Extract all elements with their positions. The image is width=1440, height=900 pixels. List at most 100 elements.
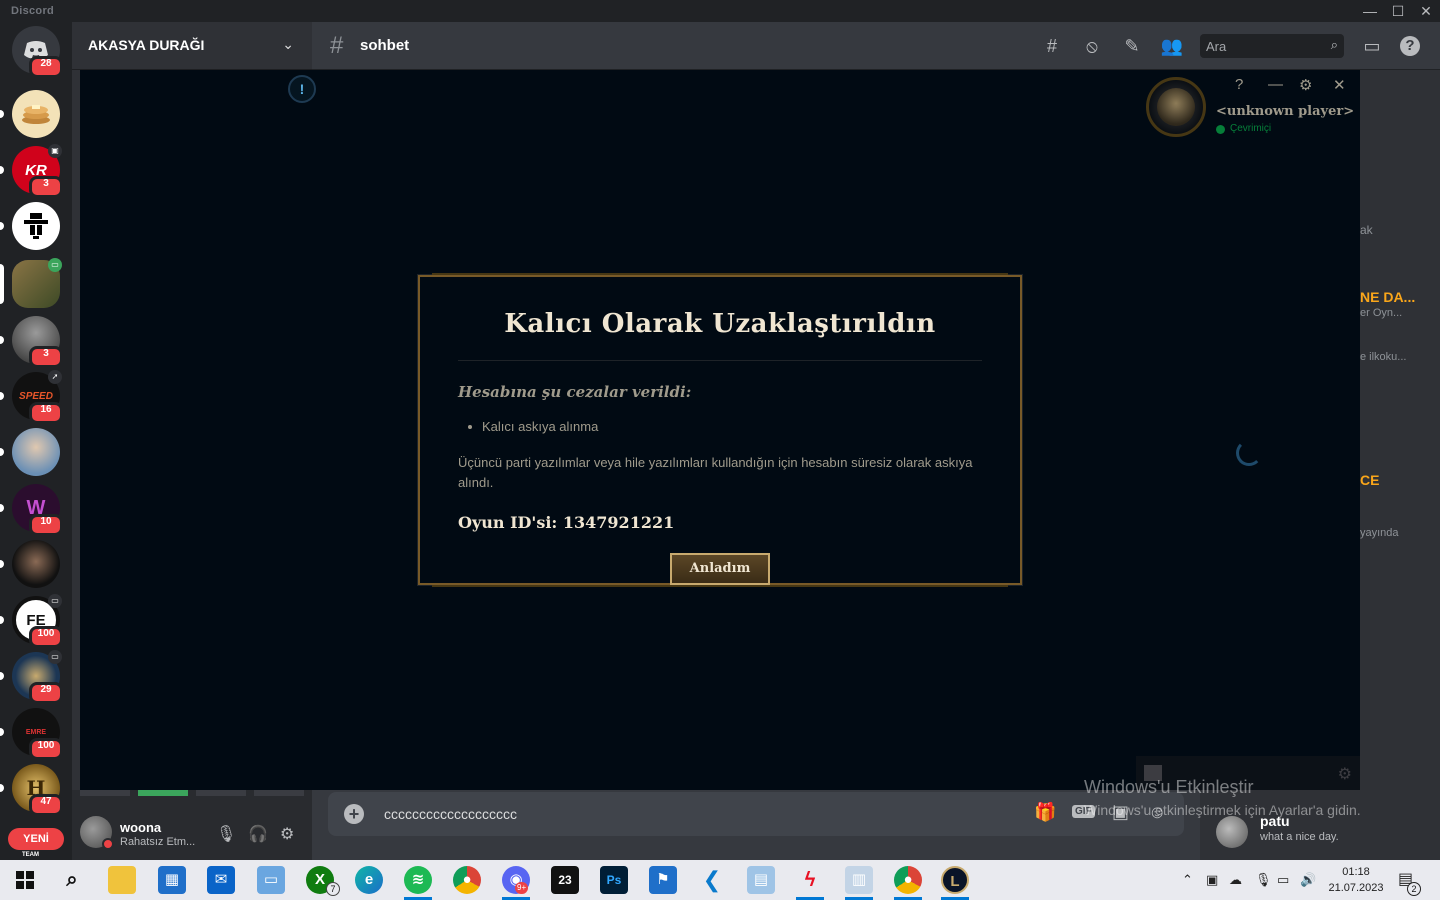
help-icon[interactable]: ?: [1235, 76, 1243, 93]
clock[interactable]: 01:18 21.07.2023: [1326, 864, 1386, 896]
screen-share-icon: ▭: [48, 258, 62, 272]
taskbar: ⌕ ▦ ✉ ▭ X 7 e ≋ ● ◉ 9+ 23 Ps ⚑ ❮ ▤ ϟ ▥ ●…: [0, 860, 1440, 900]
notes-icon[interactable]: ▤: [747, 866, 775, 894]
server-icon-hogwarts[interactable]: H 47: [0, 764, 63, 816]
league-client-icon[interactable]: L: [941, 866, 969, 894]
dialog-bottom-border: [432, 585, 1008, 587]
microphone-tray-icon[interactable]: 🎙: [1255, 872, 1272, 888]
unread-pip: [0, 166, 4, 174]
photoshop-icon[interactable]: Ps: [600, 866, 628, 894]
channel-name: sohbet: [360, 37, 410, 54]
close-icon[interactable]: ✕: [1333, 76, 1346, 94]
user-status: Rahatsız Etm...: [120, 836, 196, 848]
server-icon-emre[interactable]: EMRE 100: [0, 708, 63, 760]
task-manager-icon[interactable]: ▥: [845, 866, 873, 894]
gift-icon[interactable]: 🎁: [1034, 802, 1056, 823]
portrait-icon: [12, 428, 60, 476]
ban-dialog: Kalıcı Olarak Uzaklaştırıldın Hesabına ş…: [418, 273, 1022, 587]
settings-gear-icon[interactable]: ⚙: [1299, 76, 1312, 94]
notification-count: 2: [1407, 882, 1421, 896]
inbox-icon[interactable]: ▭: [1360, 34, 1384, 58]
tab-indicator-active: [138, 790, 188, 796]
alert-icon[interactable]: !: [288, 75, 316, 103]
tab-indicator: [80, 790, 130, 796]
server-icon-pancake[interactable]: [0, 90, 60, 138]
discord-badge: 9+: [515, 882, 529, 894]
close-window-button[interactable]: ✕: [1411, 0, 1440, 22]
server-icon-suit[interactable]: 3: [0, 316, 63, 368]
minimize-button[interactable]: —: [1355, 0, 1385, 22]
profile-status: Çevrimiçi: [1230, 123, 1272, 134]
file-explorer-icon[interactable]: [108, 866, 136, 894]
edge-icon[interactable]: e: [355, 866, 383, 894]
spotify-icon[interactable]: ≋: [404, 866, 432, 894]
profile-avatar[interactable]: [1146, 77, 1206, 137]
app-title: Discord: [11, 5, 55, 17]
home-button[interactable]: 28: [12, 26, 63, 78]
windows-start-icon[interactable]: [11, 866, 39, 894]
server-badge: 100: [29, 738, 63, 760]
game-id: Oyun ID'si: 1347921221: [458, 513, 675, 532]
vpn-icon[interactable]: ⚑: [649, 866, 677, 894]
unread-pip: [0, 448, 4, 456]
headphones-icon[interactable]: 🎧: [248, 824, 268, 844]
member-snippet: yayında: [1360, 527, 1399, 539]
tab-indicator: [254, 790, 304, 796]
app-tray-icon[interactable]: ▣: [1206, 872, 1218, 888]
add-attachment-icon[interactable]: +: [344, 804, 364, 824]
search-input[interactable]: Ara ⌕: [1200, 34, 1344, 58]
guild-header[interactable]: AKASYA DURAĞI ⌄: [72, 22, 312, 70]
server-icon-fe[interactable]: FE ▭ 100: [0, 594, 63, 648]
server-badge: 3: [29, 346, 63, 368]
tray-overflow-icon[interactable]: ⌃: [1182, 872, 1193, 888]
screen-share-icon: ▭: [48, 594, 62, 608]
message-composer[interactable]: + ccccccccccccccccccc 🎁 GIF ▣ ☺: [328, 792, 1184, 836]
penalty-item: Kalıcı askıya alınma: [467, 419, 599, 434]
new-mentions-button[interactable]: YENİ: [8, 828, 64, 850]
member-snippet: CE: [1360, 472, 1380, 488]
tab-indicator: [196, 790, 246, 796]
store-icon[interactable]: ▦: [158, 866, 186, 894]
mute-bell-icon[interactable]: ⦸: [1080, 34, 1104, 58]
help-icon[interactable]: ?: [1400, 36, 1420, 56]
calendar-app-icon[interactable]: 23: [551, 866, 579, 894]
onedrive-icon[interactable]: ☁: [1229, 872, 1242, 888]
server-icon-pixel[interactable]: [0, 202, 60, 250]
activation-watermark-title: Windows'u Etkinleştir: [1084, 777, 1254, 797]
mail-icon[interactable]: ✉: [207, 866, 235, 894]
microphone-icon[interactable]: 🎙: [216, 824, 236, 844]
unread-pip: [0, 110, 4, 118]
profile-name: <unknown player>: [1216, 104, 1355, 119]
server-icon-forest[interactable]: ▭: [0, 258, 62, 308]
minimize-icon[interactable]: —: [1268, 76, 1283, 93]
threads-icon[interactable]: #: [1040, 34, 1064, 58]
dialog-top-border: [432, 273, 1008, 275]
acknowledge-button[interactable]: Anladım: [670, 553, 770, 585]
server-icon-w[interactable]: W 10: [0, 484, 63, 536]
gear-icon[interactable]: ⚙: [1338, 764, 1352, 784]
vscode-icon[interactable]: ❮: [698, 866, 726, 894]
unread-pip: [0, 336, 4, 344]
server-icon-lol[interactable]: ▭ 29: [0, 650, 63, 704]
server-icon-speed[interactable]: SPEED ➚ 16: [0, 370, 63, 424]
dialog-body: Üçüncü parti yazılımlar veya hile yazılı…: [458, 455, 973, 490]
server-icon-portrait[interactable]: [0, 428, 60, 476]
laptop-icon[interactable]: ▭: [257, 866, 285, 894]
server-icon-kr[interactable]: KR ▣ 3: [0, 144, 63, 198]
members-icon[interactable]: 👥: [1160, 34, 1184, 58]
server-icon-dark-portrait[interactable]: [0, 540, 60, 588]
search-placeholder: Ara: [1206, 39, 1227, 54]
lightning-icon[interactable]: ϟ: [796, 866, 824, 894]
search-icon[interactable]: ⌕: [58, 866, 86, 894]
unread-pip: [0, 222, 4, 230]
member-avatar[interactable]: [1216, 816, 1248, 848]
chrome-profile-icon[interactable]: ●: [894, 866, 922, 894]
maximize-button[interactable]: ☐: [1383, 0, 1413, 22]
unread-pip: [0, 728, 4, 736]
network-icon[interactable]: ▭: [1277, 872, 1289, 888]
volume-icon[interactable]: 🔊: [1300, 872, 1316, 888]
chrome-icon[interactable]: ●: [453, 866, 481, 894]
settings-gear-icon[interactable]: ⚙: [280, 824, 294, 844]
pin-icon[interactable]: ✎: [1120, 34, 1144, 58]
xbox-badge: 7: [326, 882, 340, 896]
